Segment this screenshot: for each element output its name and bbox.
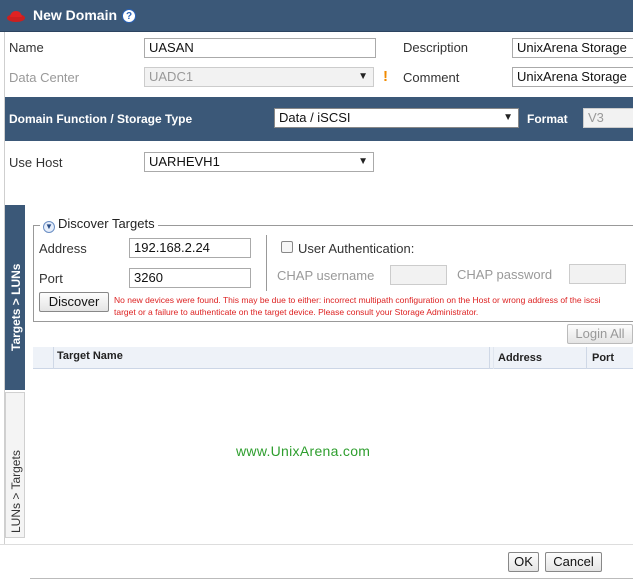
column-separator xyxy=(586,347,587,369)
discover-error-message: No new devices were found. This may be d… xyxy=(114,295,601,317)
domain-function-value: Data / iSCSI xyxy=(279,110,351,125)
tab-luns-targets-label: LUNs > Targets xyxy=(9,450,23,533)
footer-divider xyxy=(0,544,633,545)
use-host-select[interactable]: UARHEVH1 ▼ xyxy=(144,152,374,172)
watermark-text: www.UnixArena.com xyxy=(236,443,371,459)
format-select: V3 xyxy=(583,108,633,128)
datacenter-value: UADC1 xyxy=(149,69,194,84)
chap-password-input xyxy=(569,264,626,284)
column-address[interactable]: Address xyxy=(498,352,542,364)
use-host-label: Use Host xyxy=(9,155,63,170)
comment-label: Comment xyxy=(403,70,460,85)
dialog-title: New Domain xyxy=(33,7,118,23)
address-input[interactable]: 192.168.2.24 xyxy=(129,238,251,258)
chap-password-label: CHAP password xyxy=(457,267,553,282)
domain-function-label: Domain Function / Storage Type xyxy=(9,112,193,126)
chevron-down-icon: ▼ xyxy=(358,71,368,82)
chap-username-input xyxy=(390,265,447,285)
bottom-border xyxy=(30,578,633,579)
tab-luns-targets[interactable]: LUNs > Targets xyxy=(5,392,25,538)
datacenter-select: UADC1 ▼ xyxy=(144,67,374,87)
dialog-titlebar: New Domain ? xyxy=(0,0,633,32)
collapse-chevron-icon[interactable]: ▼ xyxy=(43,221,55,233)
name-label: Name xyxy=(9,40,44,55)
use-host-value: UARHEVH1 xyxy=(149,154,220,169)
cancel-button[interactable]: Cancel xyxy=(545,552,602,572)
storage-type-band: Domain Function / Storage Type Data / iS… xyxy=(5,97,633,141)
comment-input[interactable]: UnixArena Storage xyxy=(512,67,633,87)
discover-button[interactable]: Discover xyxy=(39,292,109,312)
column-target-name[interactable]: Target Name xyxy=(57,350,123,362)
port-input[interactable]: 3260 xyxy=(129,268,251,288)
side-tabs: Targets > LUNs LUNs > Targets xyxy=(5,205,25,538)
format-label: Format xyxy=(527,112,568,126)
column-port[interactable]: Port xyxy=(592,352,614,364)
redhat-logo-icon xyxy=(7,11,25,22)
column-separator xyxy=(489,347,490,369)
chevron-down-icon: ▼ xyxy=(358,156,368,167)
description-input[interactable]: UnixArena Storage xyxy=(512,38,633,58)
user-auth-label: User Authentication: xyxy=(298,241,415,256)
discover-targets-legend[interactable]: ▼ Discover Targets xyxy=(40,216,158,233)
targets-table-header: Target Name Address Port xyxy=(33,347,633,369)
user-auth-checkbox[interactable] xyxy=(281,241,293,253)
tab-targets-luns-label: Targets > LUNs xyxy=(9,263,23,351)
column-separator xyxy=(53,347,54,369)
discover-targets-title: Discover Targets xyxy=(58,216,155,231)
name-input[interactable]: UASAN xyxy=(144,38,376,58)
ok-button[interactable]: OK xyxy=(508,552,539,572)
domain-function-select[interactable]: Data / iSCSI ▼ xyxy=(274,108,519,128)
port-label: Port xyxy=(39,271,63,286)
tab-targets-luns[interactable]: Targets > LUNs xyxy=(5,205,25,390)
datacenter-label: Data Center xyxy=(9,70,80,85)
chevron-down-icon: ▼ xyxy=(503,112,513,123)
chap-username-label: CHAP username xyxy=(277,268,375,283)
panel-divider xyxy=(266,235,267,291)
address-label: Address xyxy=(39,241,87,256)
warning-icon: ! xyxy=(383,68,388,85)
login-all-button: Login All xyxy=(567,324,633,344)
description-label: Description xyxy=(403,40,469,55)
help-icon[interactable]: ? xyxy=(122,9,136,23)
column-separator xyxy=(493,347,494,369)
